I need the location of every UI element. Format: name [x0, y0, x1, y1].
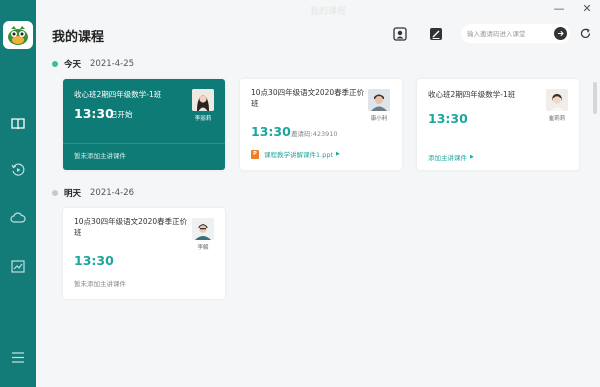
- course-footer: 暂未添加主讲课件: [74, 280, 126, 288]
- course-footer: 暂未添加主讲课件: [74, 152, 126, 160]
- date-dot: [52, 190, 58, 196]
- user-badge-icon[interactable]: [392, 26, 408, 42]
- ppt-file-name: 课程教学讲解课件1.ppt: [264, 151, 334, 159]
- course-card[interactable]: 收心班2期四年级数学-1班 13:30 已开始 李丽莉 暂未添加主讲课件: [63, 79, 225, 170]
- arrow-right-icon: ▶: [336, 151, 340, 157]
- teacher-name: 李丽莉: [194, 116, 212, 122]
- teacher-avatar: [368, 89, 390, 111]
- scrollbar[interactable]: [593, 82, 597, 114]
- teacher-avatar: [192, 218, 214, 240]
- course-card[interactable]: 10点30四年级语文2020春季正价班 13:30 邀请码:423910 康小利…: [240, 79, 402, 170]
- cloud-icon[interactable]: [8, 208, 28, 228]
- teacher-avatar: [546, 89, 568, 111]
- refresh-icon[interactable]: [579, 27, 592, 40]
- arrow-right-icon[interactable]: [554, 27, 567, 40]
- add-courseware-link[interactable]: 添加主讲课件 ▶: [428, 152, 474, 162]
- course-card[interactable]: 收心班2期四年级数学-1班 13:30 崔莉莉 添加主讲课件 ▶: [417, 79, 579, 170]
- menu-icon[interactable]: [8, 347, 28, 367]
- teacher-name: 康小利: [370, 116, 388, 122]
- invite-code-search: [461, 24, 570, 43]
- card-divider: [63, 143, 225, 144]
- course-status: 已开始: [110, 110, 133, 119]
- course-time: 13:30: [428, 111, 468, 126]
- course-time: 13:30: [251, 124, 291, 139]
- day-label: 今天: [64, 60, 82, 70]
- invite-code: 邀请码:423910: [291, 130, 338, 138]
- chart-icon[interactable]: [8, 256, 28, 276]
- day-label: 明天: [64, 189, 82, 199]
- course-time: 13:30: [74, 253, 114, 268]
- date-dot: [52, 61, 58, 67]
- course-title: 10点30四年级语文2020春季正价班: [251, 88, 365, 108]
- date-row-today: 今天 2021-4-25: [52, 58, 134, 70]
- date-row-tomorrow: 明天 2021-4-26: [52, 187, 134, 199]
- ppt-file-link[interactable]: P 课程教学讲解课件1.ppt ▶: [251, 149, 340, 159]
- add-courseware-label: 添加主讲课件: [428, 154, 467, 162]
- teacher-name: 崔莉莉: [548, 116, 566, 122]
- teacher-avatar: [192, 89, 214, 111]
- minimize-button[interactable]: —: [550, 1, 568, 15]
- book-icon[interactable]: [8, 114, 28, 134]
- app-logo-icon: [8, 26, 28, 45]
- sidebar: [0, 0, 36, 387]
- course-title: 收心班2期四年级数学-1班: [428, 90, 516, 99]
- invite-code-input[interactable]: [467, 27, 549, 40]
- app-logo[interactable]: [3, 21, 33, 49]
- edit-icon[interactable]: [428, 26, 444, 42]
- day-date: 2021-4-26: [90, 188, 135, 198]
- teacher-name: 李解: [197, 245, 209, 251]
- course-title: 10点30四年级语文2020春季正价班: [74, 217, 188, 237]
- day-date: 2021-4-25: [90, 59, 135, 69]
- ppt-icon: P: [251, 149, 259, 159]
- arrow-right-icon: ▶: [470, 154, 474, 160]
- course-card[interactable]: 10点30四年级语文2020春季正价班 13:30 李解 暂未添加主讲课件: [63, 208, 225, 299]
- course-title: 收心班2期四年级数学-1班: [74, 90, 162, 99]
- close-button[interactable]: ✕: [578, 1, 596, 15]
- replay-icon[interactable]: [8, 160, 28, 180]
- page-title: 我的课程: [52, 30, 105, 45]
- course-time: 13:30: [74, 106, 114, 121]
- window-title: 我的课程: [310, 7, 347, 17]
